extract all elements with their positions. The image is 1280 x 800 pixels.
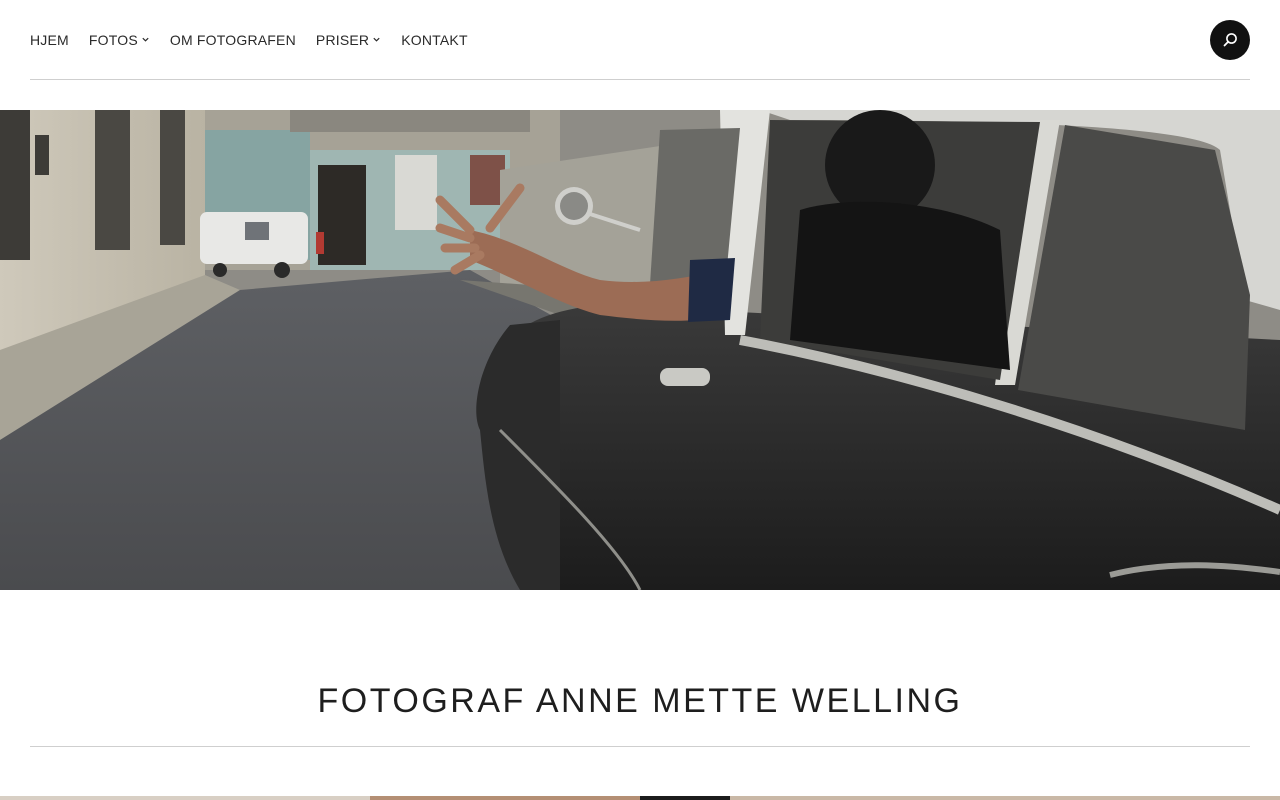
hero-image	[0, 110, 1280, 590]
nav-label-om-fotografen: OM FOTOGRAFEN	[169, 32, 296, 48]
nav-item-fotos[interactable]: FOTOS	[89, 31, 150, 49]
nav-item-kontakt[interactable]: KONTAKT	[401, 31, 467, 49]
chevron-down-icon	[142, 37, 149, 42]
next-image-strip	[0, 796, 1280, 800]
chevron-down-icon	[373, 37, 380, 42]
site-header: HJEM FOTOS OM FOTOGRAFEN PRISER KONTAKT	[30, 0, 1250, 80]
search-icon	[1223, 33, 1237, 47]
hero-photo-vintage-car	[0, 110, 1280, 590]
main-navigation: HJEM FOTOS OM FOTOGRAFEN PRISER KONTAKT	[30, 31, 468, 49]
nav-item-priser[interactable]: PRISER	[316, 31, 381, 49]
site-title: FOTOGRAF ANNE METTE WELLING	[317, 681, 963, 720]
search-button[interactable]	[1210, 20, 1250, 60]
nav-label-priser: PRISER	[315, 32, 370, 48]
nav-label-hjem: HJEM	[30, 32, 69, 48]
nav-item-hjem[interactable]: HJEM	[30, 31, 69, 49]
nav-label-fotos: FOTOS	[88, 32, 138, 48]
nav-label-kontakt: KONTAKT	[401, 32, 468, 48]
content-divider	[30, 746, 1250, 747]
nav-item-om-fotografen[interactable]: OM FOTOGRAFEN	[170, 31, 296, 49]
